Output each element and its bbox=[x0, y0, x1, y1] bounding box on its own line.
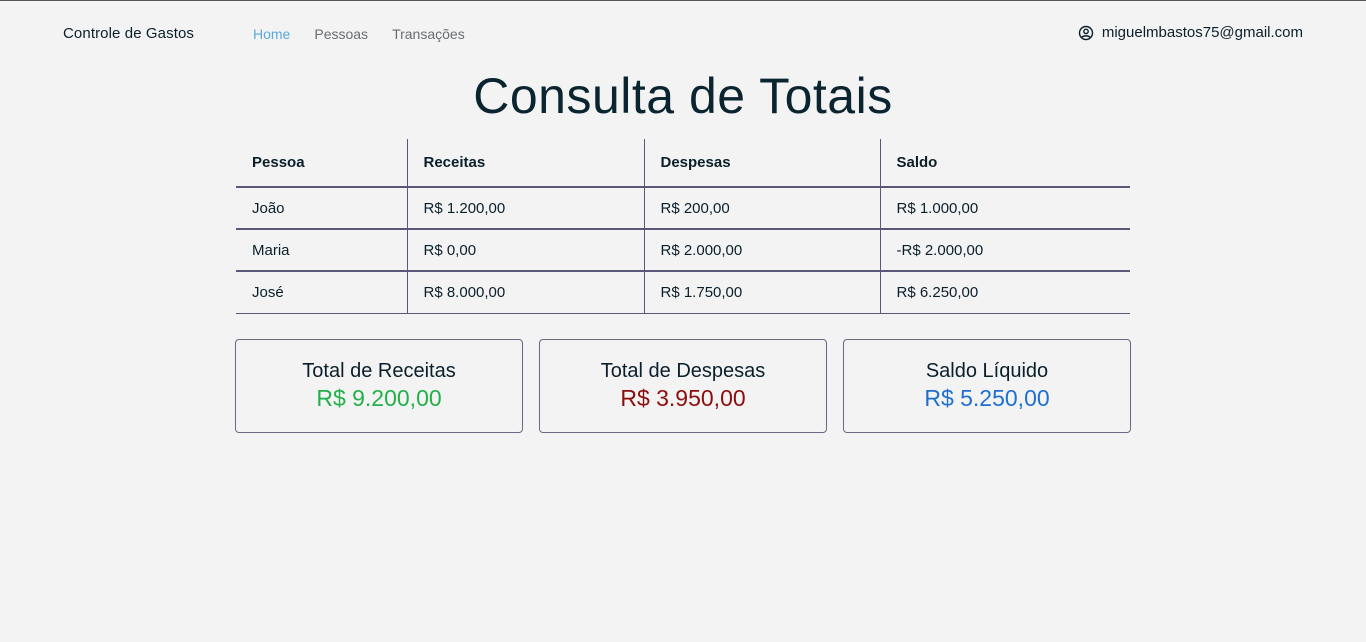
cell-saldo: R$ 1.000,00 bbox=[896, 199, 979, 217]
column-header-despesas: Despesas bbox=[644, 139, 881, 187]
column-header-saldo: Saldo bbox=[896, 154, 938, 171]
cell-pessoa: José bbox=[236, 271, 408, 313]
page-title: Consulta de Totais bbox=[473, 68, 893, 124]
card-total-despesas: Total de Despesas R$ 3.950,00 bbox=[539, 339, 827, 433]
brand-title[interactable]: Controle de Gastos bbox=[63, 25, 194, 42]
cell-receitas: R$ 0,00 bbox=[407, 229, 645, 271]
navbar: Controle de Gastos Home Pessoas Transaçõ… bbox=[0, 1, 1366, 65]
card-saldo-liquido: Saldo Líquido R$ 5.250,00 bbox=[843, 339, 1131, 433]
nav-link-pessoas[interactable]: Pessoas bbox=[314, 26, 368, 42]
summary-cards: Total de Receitas R$ 9.200,00 Total de D… bbox=[235, 339, 1131, 433]
card-label: Total de Despesas bbox=[600, 360, 766, 382]
card-value: R$ 3.950,00 bbox=[620, 385, 746, 411]
card-total-receitas: Total de Receitas R$ 9.200,00 bbox=[235, 339, 523, 433]
column-header-receitas: Receitas bbox=[407, 139, 645, 187]
user-menu[interactable]: miguelmbastos75@gmail.com bbox=[1078, 24, 1303, 41]
cell-saldo: -R$ 2.000,00 bbox=[896, 241, 984, 259]
cell-saldo: R$ 6.250,00 bbox=[896, 283, 979, 301]
cell-receitas: R$ 1.200,00 bbox=[407, 187, 645, 229]
column-header-pessoa: Pessoa bbox=[236, 139, 408, 187]
cell-despesas: R$ 1.750,00 bbox=[644, 271, 881, 313]
nav-link-transacoes[interactable]: Transações bbox=[392, 26, 465, 42]
card-label: Saldo Líquido bbox=[925, 360, 1049, 382]
nav-links: Home Pessoas Transações bbox=[253, 26, 465, 42]
user-email: miguelmbastos75@gmail.com bbox=[1101, 24, 1303, 41]
cell-pessoa: João bbox=[236, 187, 408, 229]
cell-despesas: R$ 2.000,00 bbox=[644, 229, 881, 271]
totals-table: Pessoa Receitas Despesas Saldo João R$ 1… bbox=[236, 139, 1130, 314]
card-value: R$ 9.200,00 bbox=[316, 385, 442, 411]
table-header-row: Pessoa Receitas Despesas Saldo bbox=[236, 139, 1130, 187]
cell-pessoa: Maria bbox=[236, 229, 408, 271]
table-row: João R$ 1.200,00 R$ 200,00 R$ 1.000,00 bbox=[236, 187, 1130, 229]
nav-link-home[interactable]: Home bbox=[253, 26, 290, 42]
card-value: R$ 5.250,00 bbox=[924, 385, 1050, 411]
table-row: José R$ 8.000,00 R$ 1.750,00 R$ 6.250,00 bbox=[236, 271, 1130, 313]
cell-receitas: R$ 8.000,00 bbox=[407, 271, 645, 313]
table-row: Maria R$ 0,00 R$ 2.000,00 -R$ 2.000,00 bbox=[236, 229, 1130, 271]
card-label: Total de Receitas bbox=[302, 360, 456, 382]
user-circle-icon bbox=[1078, 25, 1094, 41]
cell-despesas: R$ 200,00 bbox=[644, 187, 881, 229]
